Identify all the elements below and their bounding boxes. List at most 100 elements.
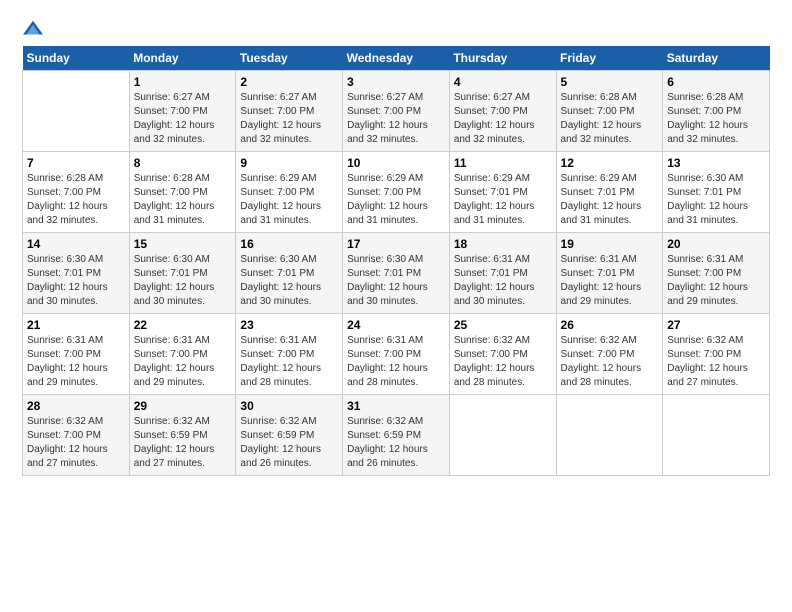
week-row-4: 21Sunrise: 6:31 AM Sunset: 7:00 PM Dayli…: [23, 314, 770, 395]
day-info: Sunrise: 6:29 AM Sunset: 7:00 PM Dayligh…: [240, 172, 338, 228]
day-cell: 30 Sunrise: 6:32 AM Sunset: 6:59 PM Dayli…: [236, 395, 343, 476]
day-info: Sunrise: 6:32 AM Sunset: 6:59 PM Dayligh…: [134, 415, 232, 471]
day-cell: 22Sunrise: 6:31 AM Sunset: 7:00 PM Dayli…: [129, 314, 236, 395]
day-info: Sunrise: 6:29 AM Sunset: 7:00 PM Dayligh…: [347, 172, 445, 228]
day-cell: 21Sunrise: 6:31 AM Sunset: 7:00 PM Dayli…: [23, 314, 130, 395]
day-cell: 23 Sunrise: 6:31 AM Sunset: 7:00 PM Dayli…: [236, 314, 343, 395]
day-cell: [663, 395, 770, 476]
day-info: Sunrise: 6:31 AM Sunset: 7:01 PM Dayligh…: [454, 253, 552, 309]
day-info: Sunrise: 6:28 AM Sunset: 7:00 PM Dayligh…: [27, 172, 125, 228]
week-row-3: 14Sunrise: 6:30 AM Sunset: 7:01 PM Dayli…: [23, 233, 770, 314]
day-cell: [23, 71, 130, 152]
day-number: 28: [27, 399, 125, 413]
day-info: Sunrise: 6:28 AM Sunset: 7:00 PM Dayligh…: [134, 172, 232, 228]
day-cell: 26Sunrise: 6:32 AM Sunset: 7:00 PM Dayli…: [556, 314, 663, 395]
day-number: 9: [240, 156, 338, 170]
day-cell: 19 Sunrise: 6:31 AM Sunset: 7:01 PM Dayli…: [556, 233, 663, 314]
day-number: 15: [134, 237, 232, 251]
week-row-1: 1 Sunrise: 6:27 AM Sunset: 7:00 PM Daylig…: [23, 71, 770, 152]
day-number: 30: [240, 399, 338, 413]
day-info: Sunrise: 6:30 AM Sunset: 7:01 PM Dayligh…: [667, 172, 765, 228]
header-cell-saturday: Saturday: [663, 46, 770, 71]
day-number: 23: [240, 318, 338, 332]
day-info: Sunrise: 6:27 AM Sunset: 7:00 PM Dayligh…: [240, 91, 338, 147]
day-number: 16: [240, 237, 338, 251]
day-number: 10: [347, 156, 445, 170]
day-info: Sunrise: 6:32 AM Sunset: 7:00 PM Dayligh…: [667, 334, 765, 390]
day-number: 29: [134, 399, 232, 413]
header-cell-monday: Monday: [129, 46, 236, 71]
day-number: 8: [134, 156, 232, 170]
day-number: 3: [347, 75, 445, 89]
day-info: Sunrise: 6:32 AM Sunset: 7:00 PM Dayligh…: [27, 415, 125, 471]
day-number: 31: [347, 399, 445, 413]
day-number: 19: [561, 237, 659, 251]
day-info: Sunrise: 6:31 AM Sunset: 7:00 PM Dayligh…: [347, 334, 445, 390]
day-cell: 29 Sunrise: 6:32 AM Sunset: 6:59 PM Dayli…: [129, 395, 236, 476]
day-info: Sunrise: 6:32 AM Sunset: 6:59 PM Dayligh…: [240, 415, 338, 471]
day-cell: 1 Sunrise: 6:27 AM Sunset: 7:00 PM Daylig…: [129, 71, 236, 152]
day-info: Sunrise: 6:27 AM Sunset: 7:00 PM Dayligh…: [454, 91, 552, 147]
day-info: Sunrise: 6:28 AM Sunset: 7:00 PM Dayligh…: [561, 91, 659, 147]
day-number: 2: [240, 75, 338, 89]
day-info: Sunrise: 6:29 AM Sunset: 7:01 PM Dayligh…: [561, 172, 659, 228]
day-number: 25: [454, 318, 552, 332]
day-number: 6: [667, 75, 765, 89]
day-number: 12: [561, 156, 659, 170]
day-info: Sunrise: 6:28 AM Sunset: 7:00 PM Dayligh…: [667, 91, 765, 147]
day-info: Sunrise: 6:31 AM Sunset: 7:01 PM Dayligh…: [561, 253, 659, 309]
day-cell: 24 Sunrise: 6:31 AM Sunset: 7:00 PM Dayli…: [343, 314, 450, 395]
day-info: Sunrise: 6:27 AM Sunset: 7:00 PM Dayligh…: [347, 91, 445, 147]
day-cell: 6 Sunrise: 6:28 AM Sunset: 7:00 PM Daylig…: [663, 71, 770, 152]
day-number: 27: [667, 318, 765, 332]
header-cell-thursday: Thursday: [449, 46, 556, 71]
day-number: 17: [347, 237, 445, 251]
day-cell: 12 Sunrise: 6:29 AM Sunset: 7:01 PM Dayli…: [556, 152, 663, 233]
week-row-5: 28 Sunrise: 6:32 AM Sunset: 7:00 PM Dayli…: [23, 395, 770, 476]
day-cell: 10 Sunrise: 6:29 AM Sunset: 7:00 PM Dayli…: [343, 152, 450, 233]
day-cell: 20Sunrise: 6:31 AM Sunset: 7:00 PM Dayli…: [663, 233, 770, 314]
day-cell: 11 Sunrise: 6:29 AM Sunset: 7:01 PM Dayli…: [449, 152, 556, 233]
day-cell: 9 Sunrise: 6:29 AM Sunset: 7:00 PM Daylig…: [236, 152, 343, 233]
day-info: Sunrise: 6:30 AM Sunset: 7:01 PM Dayligh…: [27, 253, 125, 309]
day-info: Sunrise: 6:32 AM Sunset: 7:00 PM Dayligh…: [454, 334, 552, 390]
day-cell: 28 Sunrise: 6:32 AM Sunset: 7:00 PM Dayli…: [23, 395, 130, 476]
day-number: 4: [454, 75, 552, 89]
day-number: 13: [667, 156, 765, 170]
day-cell: 3 Sunrise: 6:27 AM Sunset: 7:00 PM Daylig…: [343, 71, 450, 152]
day-cell: 25 Sunrise: 6:32 AM Sunset: 7:00 PM Dayli…: [449, 314, 556, 395]
day-info: Sunrise: 6:31 AM Sunset: 7:00 PM Dayligh…: [240, 334, 338, 390]
page: SundayMondayTuesdayWednesdayThursdayFrid…: [0, 0, 792, 486]
logo: [22, 18, 48, 40]
header-row: SundayMondayTuesdayWednesdayThursdayFrid…: [23, 46, 770, 71]
day-cell: [556, 395, 663, 476]
day-cell: 18 Sunrise: 6:31 AM Sunset: 7:01 PM Dayli…: [449, 233, 556, 314]
day-cell: 31 Sunrise: 6:32 AM Sunset: 6:59 PM Dayli…: [343, 395, 450, 476]
header-cell-sunday: Sunday: [23, 46, 130, 71]
day-number: 5: [561, 75, 659, 89]
day-number: 11: [454, 156, 552, 170]
day-cell: 7 Sunrise: 6:28 AM Sunset: 7:00 PM Daylig…: [23, 152, 130, 233]
day-number: 22: [134, 318, 232, 332]
day-number: 7: [27, 156, 125, 170]
header: [22, 18, 770, 40]
day-info: Sunrise: 6:29 AM Sunset: 7:01 PM Dayligh…: [454, 172, 552, 228]
day-number: 24: [347, 318, 445, 332]
header-cell-wednesday: Wednesday: [343, 46, 450, 71]
day-cell: 15 Sunrise: 6:30 AM Sunset: 7:01 PM Dayli…: [129, 233, 236, 314]
header-cell-tuesday: Tuesday: [236, 46, 343, 71]
day-info: Sunrise: 6:32 AM Sunset: 6:59 PM Dayligh…: [347, 415, 445, 471]
day-cell: 4 Sunrise: 6:27 AM Sunset: 7:00 PM Daylig…: [449, 71, 556, 152]
day-info: Sunrise: 6:30 AM Sunset: 7:01 PM Dayligh…: [240, 253, 338, 309]
day-number: 18: [454, 237, 552, 251]
day-number: 1: [134, 75, 232, 89]
day-info: Sunrise: 6:31 AM Sunset: 7:00 PM Dayligh…: [27, 334, 125, 390]
day-cell: 14Sunrise: 6:30 AM Sunset: 7:01 PM Dayli…: [23, 233, 130, 314]
calendar-table: SundayMondayTuesdayWednesdayThursdayFrid…: [22, 46, 770, 476]
day-cell: 27 Sunrise: 6:32 AM Sunset: 7:00 PM Dayli…: [663, 314, 770, 395]
day-cell: [449, 395, 556, 476]
day-info: Sunrise: 6:30 AM Sunset: 7:01 PM Dayligh…: [347, 253, 445, 309]
day-info: Sunrise: 6:30 AM Sunset: 7:01 PM Dayligh…: [134, 253, 232, 309]
day-info: Sunrise: 6:27 AM Sunset: 7:00 PM Dayligh…: [134, 91, 232, 147]
day-info: Sunrise: 6:31 AM Sunset: 7:00 PM Dayligh…: [667, 253, 765, 309]
